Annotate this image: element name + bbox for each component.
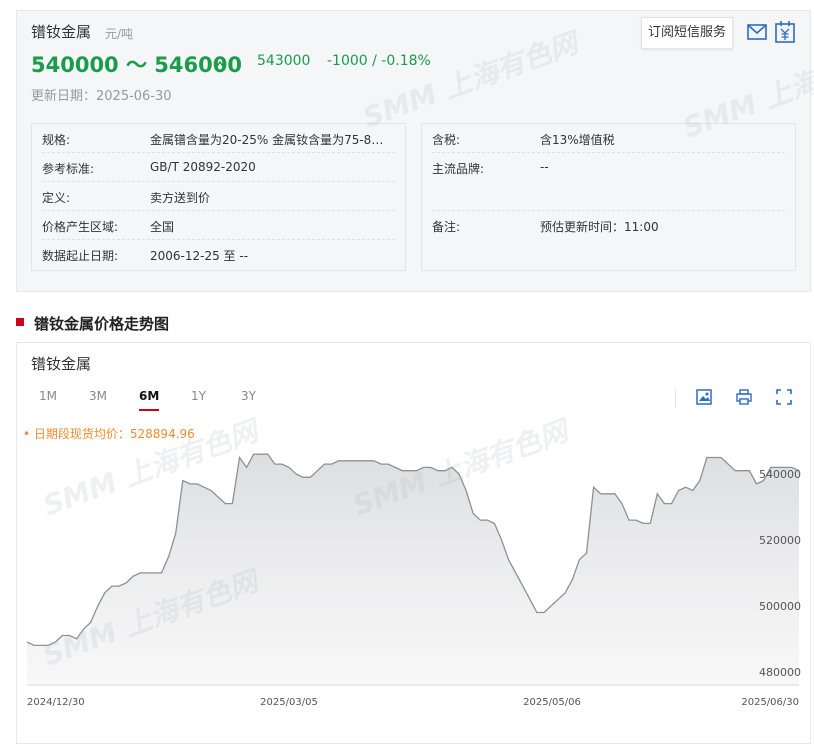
- spec-key: 备注:: [432, 220, 461, 234]
- tab-6m[interactable]: 6M: [139, 389, 159, 403]
- spec-value: 金属镨含量为20-25% 金属钕含量为75-80...: [150, 133, 390, 147]
- x-tick-label: 2025/05/06: [523, 697, 581, 708]
- spec-value: --: [540, 160, 549, 174]
- spec-row: 数据起止日期: 2006-12-25 至 --: [42, 240, 395, 269]
- spec-value: GB/T 20892-2020: [150, 160, 256, 174]
- price-chart-panel: 镨钕金属 1M 3M 6M 1Y 3Y • 日期段现货均价：528894.96 …: [16, 342, 811, 744]
- spec-row: 含税: 含13%增值税: [432, 124, 785, 153]
- spec-value: 预估更新时间：11:00: [540, 220, 659, 234]
- spec-table-right: 含税: 含13%增值税 主流品牌: -- 备注: 预估更新时间：11:00: [421, 123, 796, 271]
- spec-row: 备注: 预估更新时间：11:00: [432, 211, 785, 240]
- spec-key: 定义:: [42, 191, 71, 205]
- tab-1y[interactable]: 1Y: [191, 389, 206, 403]
- price-trend-chart: 480000 500000 520000 540000 2024/12/30 2025/0…: [26, 453, 801, 708]
- spec-value: 含13%增值税: [540, 133, 615, 147]
- average-price: 543000: [257, 53, 311, 69]
- spec-key: 参考标准:: [42, 162, 95, 176]
- save-image-icon[interactable]: [696, 389, 712, 405]
- spec-key: 规格:: [42, 133, 71, 147]
- spec-key: 主流品牌:: [432, 162, 485, 176]
- print-icon[interactable]: [736, 389, 752, 405]
- section-marker: [16, 318, 24, 326]
- spec-key: 含税:: [432, 133, 461, 147]
- spec-value: 卖方送到价: [150, 191, 211, 205]
- x-tick-label: 2025/06/30: [741, 697, 799, 708]
- spec-row: 主流品牌: --: [432, 153, 785, 211]
- down-wave-icon: [214, 59, 226, 70]
- price-summary-panel: 镨钕金属 元/吨 540000 ～ 546000 543000 -1000 / …: [16, 10, 814, 292]
- spec-key: 价格产生区域:: [42, 220, 119, 234]
- y-tick-label: 520000: [759, 534, 801, 547]
- toolbar-divider: [675, 389, 676, 407]
- spec-table-left: 规格: 金属镨含量为20-25% 金属钕含量为75-80... 参考标准: GB/T…: [31, 123, 406, 271]
- fullscreen-icon[interactable]: [776, 389, 792, 405]
- watermark: SMM 上海有色网: [358, 26, 583, 135]
- spec-row: 定义: 卖方送到价: [42, 182, 395, 211]
- spec-row: 价格产生区域: 全国: [42, 211, 395, 240]
- active-tab-underline: [139, 409, 159, 411]
- spec-key: 数据起止日期:: [42, 249, 119, 263]
- spec-value: 全国: [150, 220, 175, 234]
- x-tick-label: 2025/03/05: [260, 697, 318, 708]
- price-change: -1000 / -0.18%: [327, 53, 431, 69]
- tab-1m[interactable]: 1M: [39, 389, 57, 403]
- x-tick-label: 2024/12/30: [27, 697, 85, 708]
- section-title: 镨钕金属价格走势图: [34, 315, 170, 333]
- y-tick-label: 540000: [759, 468, 801, 481]
- mail-icon[interactable]: [747, 23, 767, 41]
- spec-value: 2006-12-25 至 --: [150, 249, 249, 263]
- update-date: 更新日期：2025-06-30: [31, 89, 172, 104]
- price-calendar-icon[interactable]: [775, 21, 795, 43]
- y-tick-label: 480000: [759, 666, 801, 679]
- product-title: 镨钕金属: [31, 23, 92, 41]
- price-range: 540000 ～ 546000: [31, 53, 242, 77]
- y-tick-label: 500000: [759, 600, 801, 613]
- subscribe-sms-button[interactable]: 订阅短信服务: [641, 17, 734, 49]
- tab-3y[interactable]: 3Y: [241, 389, 256, 403]
- spec-row: 规格: 金属镨含量为20-25% 金属钕含量为75-80...: [42, 124, 395, 153]
- tab-3m[interactable]: 3M: [89, 389, 107, 403]
- price-unit: 元/吨: [105, 27, 134, 41]
- chart-title: 镨钕金属: [31, 355, 92, 373]
- spec-row: 参考标准: GB/T 20892-2020: [42, 153, 395, 182]
